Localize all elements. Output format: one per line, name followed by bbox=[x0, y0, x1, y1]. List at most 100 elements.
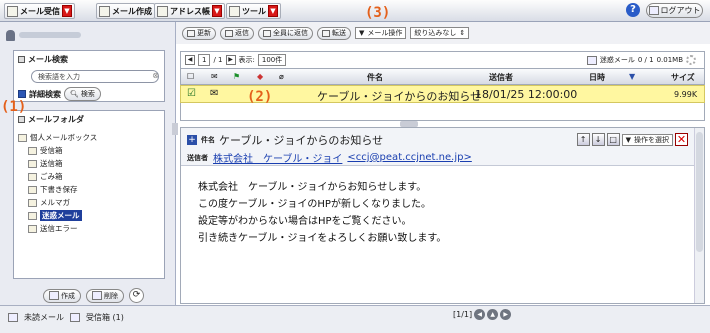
flag-icon[interactable]: ⚑ bbox=[233, 72, 240, 81]
mailbox-icon bbox=[18, 133, 27, 142]
preview-pane: + 件名 ケーブル・ジョイからのお知らせ 送信者 株式会社 ケーブル・ジョイ <… bbox=[180, 127, 705, 304]
previous-mail-icon[interactable]: ↑ bbox=[576, 133, 590, 146]
left-panel: メール検索 検索語を入力 ⊗ 詳細検索 🔍︎ 検索 メールフォルダ 個人メールボ… bbox=[0, 22, 176, 333]
address-book-button[interactable]: アドレス帳 ▼ bbox=[154, 3, 225, 19]
preview-scrollbar[interactable] bbox=[694, 128, 704, 303]
advanced-search-toggle[interactable] bbox=[18, 90, 26, 98]
inbox-icon bbox=[28, 146, 37, 155]
tools-dropdown-icon[interactable]: ▼ bbox=[268, 5, 278, 17]
mail-receive-button[interactable]: メール受信 ▼ bbox=[4, 3, 75, 19]
folder-root[interactable]: 個人メールボックス bbox=[18, 131, 163, 144]
reply-label: 返信 bbox=[235, 29, 249, 37]
body-line: 株式会社 ケーブル・ジョイからお知らせします。 bbox=[198, 182, 427, 193]
address-book-dropdown-icon[interactable]: ▼ bbox=[212, 5, 222, 17]
sort-desc-icon[interactable]: ▼ bbox=[629, 72, 635, 81]
unread-label[interactable]: 未読メール bbox=[24, 312, 64, 323]
status-bar: 未読メール 受信箱 (1) [1/1] ◀ ▲ ▶ bbox=[0, 305, 710, 333]
reply-all-button[interactable]: 全員に返信 bbox=[258, 26, 313, 40]
folder-spam[interactable]: 迷惑メール bbox=[18, 209, 163, 222]
folder-icon bbox=[586, 55, 597, 65]
annotation-2: (2) bbox=[247, 89, 273, 105]
row-checkbox[interactable]: ☑ bbox=[187, 88, 196, 99]
send-error-icon bbox=[28, 224, 37, 233]
list-controls: ◀ 1 / 1 ▶ 表示: 100件 迷惑メール 0 / 1 0.01MB bbox=[180, 51, 705, 68]
mail-toolbar: 更新 返信 全員に返信 転送 ▼ メール操作 絞り込みなし ⇕ bbox=[176, 22, 710, 44]
next-mail-icon[interactable]: ↓ bbox=[591, 133, 605, 146]
folder-inbox[interactable]: 受信箱 bbox=[18, 144, 163, 157]
pager-next-icon[interactable]: ▶ bbox=[500, 309, 512, 320]
status-pager: [1/1] ◀ ▲ ▶ bbox=[453, 309, 512, 320]
folder-send-error[interactable]: 送信エラー bbox=[18, 222, 163, 235]
close-icon[interactable]: ✕ bbox=[675, 133, 688, 146]
refresh-button[interactable]: 更新 bbox=[182, 26, 216, 40]
body-line: 引き続きケーブル・ジョイをよろしくお願い致します。 bbox=[198, 233, 447, 244]
mail-compose-icon bbox=[99, 5, 110, 17]
magnifier-icon: 🔍︎ bbox=[70, 90, 79, 98]
folder-tree: 個人メールボックス 受信箱 送信箱 ごみ箱 下書き保存 メルマガ 迷惑メール 送… bbox=[18, 131, 163, 235]
advanced-search-row: 詳細検索 🔍︎ 検索 bbox=[18, 87, 101, 101]
attachment-icon[interactable]: ⌀ bbox=[279, 72, 284, 81]
refresh-folders-icon[interactable]: ⟳ bbox=[129, 288, 144, 303]
per-page-select[interactable]: 100件 bbox=[257, 54, 287, 66]
folder-newsletter[interactable]: メルマガ bbox=[18, 196, 163, 209]
next-page-icon[interactable]: ▶ bbox=[225, 55, 236, 65]
preview-tools: ↑ ↓ □ ▼ 操作を選択 ✕ bbox=[576, 133, 688, 146]
user-name-redacted bbox=[19, 32, 81, 38]
open-window-icon[interactable]: □ bbox=[606, 133, 620, 146]
size-header[interactable]: サイズ bbox=[671, 72, 695, 83]
subject-header[interactable]: 件名 bbox=[367, 72, 383, 83]
mail-folder-title-text: メールフォルダ bbox=[28, 115, 84, 124]
display-label: 表示: bbox=[238, 56, 255, 64]
trash-icon bbox=[28, 172, 37, 181]
delete-folder-label: 削除 bbox=[104, 291, 118, 300]
priority-icon[interactable]: ◆ bbox=[257, 72, 263, 81]
date-header[interactable]: 日時 bbox=[589, 72, 605, 83]
create-folder-button[interactable]: 作成 bbox=[43, 288, 81, 303]
mail-compose-button[interactable]: メール作成 bbox=[96, 3, 155, 19]
read-status-icon[interactable]: ✉ bbox=[211, 72, 218, 81]
mail-compose-label: メール作成 bbox=[112, 6, 152, 16]
delete-folder-button[interactable]: 削除 bbox=[86, 288, 124, 303]
ops-select-label: 操作を選択 bbox=[634, 135, 669, 144]
from-email-link[interactable]: <ccj@peat.ccjnet.ne.jp> bbox=[347, 152, 471, 163]
scrollbar-thumb[interactable] bbox=[696, 132, 703, 252]
search-input[interactable]: 検索語を入力 bbox=[31, 70, 159, 83]
mail-ops-select[interactable]: ▼ メール操作 bbox=[355, 27, 407, 39]
sender-header[interactable]: 送信者 bbox=[489, 72, 513, 83]
folder-label: ごみ箱 bbox=[40, 172, 63, 181]
expand-header-icon[interactable]: + bbox=[187, 135, 197, 145]
select-all-checkbox[interactable]: ☐ bbox=[187, 72, 194, 81]
from-name-link[interactable]: 株式会社 ケーブル・ジョイ bbox=[213, 150, 342, 165]
tools-button[interactable]: ツール ▼ bbox=[226, 3, 281, 19]
filter-select[interactable]: 絞り込みなし ⇕ bbox=[410, 27, 470, 39]
folder-trash[interactable]: ごみ箱 bbox=[18, 170, 163, 183]
clear-icon[interactable]: ⊗ bbox=[152, 71, 159, 80]
drafts-icon bbox=[28, 185, 37, 194]
pager-up-icon[interactable]: ▲ bbox=[487, 309, 499, 320]
left-panel-toggle-handle[interactable] bbox=[172, 123, 178, 135]
folder-outbox[interactable]: 送信箱 bbox=[18, 157, 163, 170]
help-icon[interactable]: ? bbox=[626, 3, 640, 17]
row-subject[interactable]: ケーブル・ジョイからのお知らせ bbox=[317, 88, 481, 104]
reply-button[interactable]: 返信 bbox=[220, 26, 254, 40]
folder-box-icon bbox=[18, 116, 25, 123]
mail-body: 株式会社 ケーブル・ジョイからお知らせします。 この度ケーブル・ジョイのHPが新… bbox=[198, 179, 446, 247]
inbox-status-label[interactable]: 受信箱 (1) bbox=[86, 312, 124, 323]
advanced-search-label[interactable]: 詳細検索 bbox=[29, 89, 61, 100]
logout-button[interactable]: ログアウト bbox=[646, 3, 703, 18]
annotation-1: (1) bbox=[1, 99, 27, 115]
mail-search-box: メール検索 検索語を入力 ⊗ 詳細検索 🔍︎ 検索 bbox=[13, 50, 165, 102]
forward-button[interactable]: 転送 bbox=[317, 26, 351, 40]
folder-label: 送信箱 bbox=[40, 159, 63, 168]
preview-header: + 件名 ケーブル・ジョイからのお知らせ 送信者 株式会社 ケーブル・ジョイ <… bbox=[181, 128, 704, 166]
folder-drafts[interactable]: 下書き保存 bbox=[18, 183, 163, 196]
prev-page-icon[interactable]: ◀ bbox=[185, 55, 195, 65]
mail-receive-icon bbox=[7, 5, 18, 17]
ops-select[interactable]: ▼ 操作を選択 bbox=[621, 133, 673, 146]
pager-prev-icon[interactable]: ◀ bbox=[474, 309, 486, 320]
search-button[interactable]: 🔍︎ 検索 bbox=[64, 87, 101, 101]
read-mail-icon: ✉ bbox=[210, 88, 219, 99]
mail-receive-dropdown-icon[interactable]: ▼ bbox=[62, 5, 72, 17]
page-select[interactable]: 1 bbox=[198, 54, 211, 66]
mail-folder-title: メールフォルダ bbox=[14, 111, 164, 128]
